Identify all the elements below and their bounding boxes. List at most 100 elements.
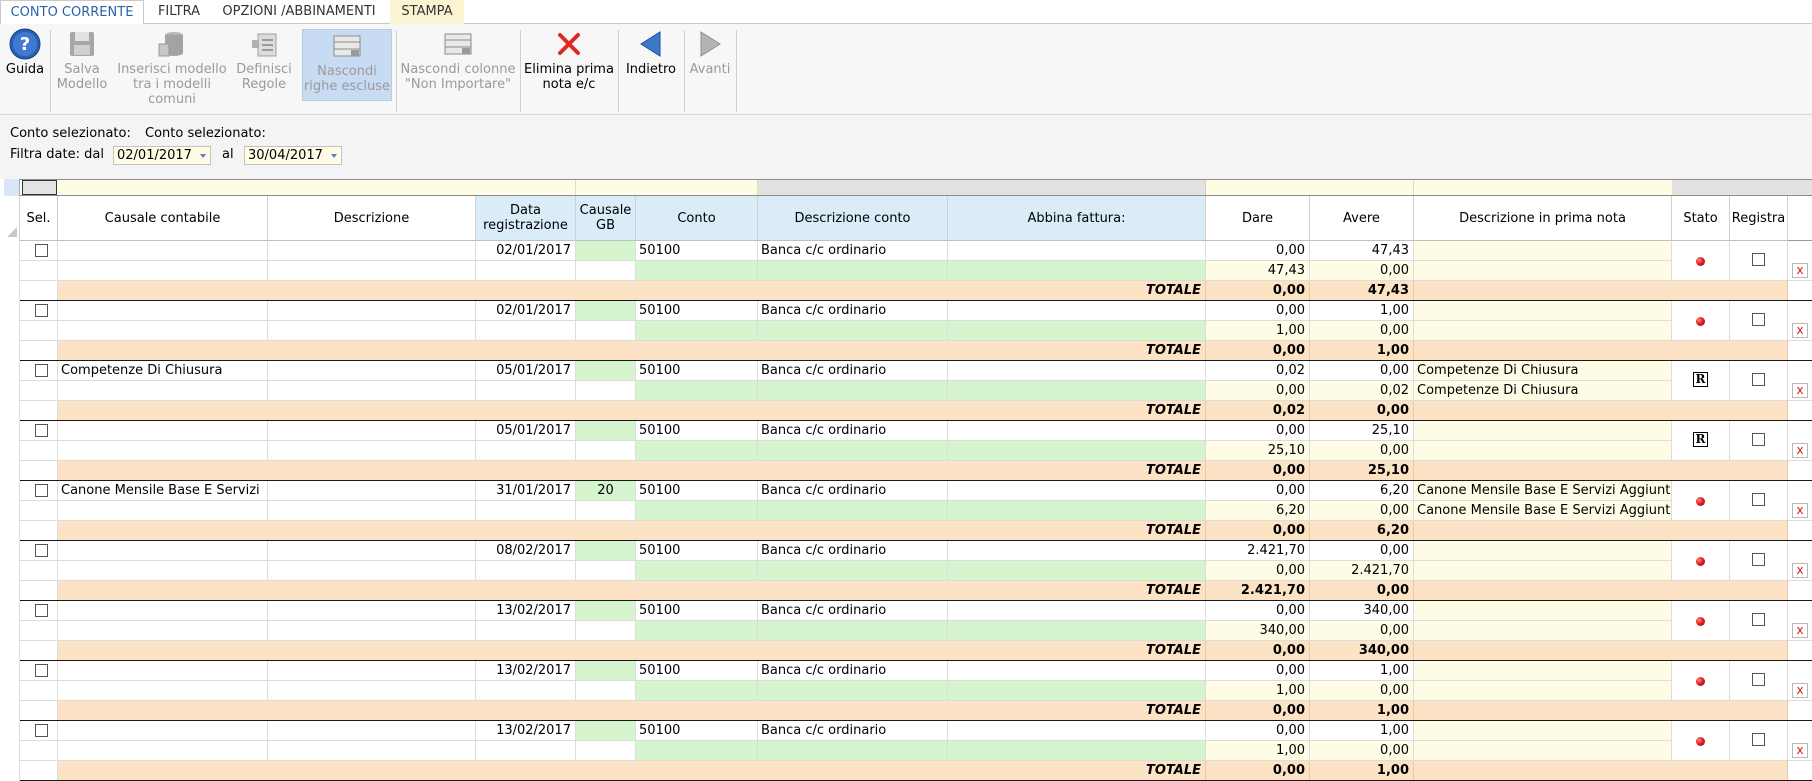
- totale-avere: 1,00: [1310, 341, 1414, 361]
- red-x-icon: [558, 33, 580, 55]
- nascondi-colonne-button[interactable]: Nascondi colonne "Non Importare": [400, 28, 516, 98]
- nascondi-righe-escluse-button[interactable]: Nascondi righe escluse: [302, 29, 392, 101]
- registra-checkbox[interactable]: [1752, 433, 1765, 446]
- status-red-dot-icon: [1696, 677, 1705, 686]
- data-registrazione-cell-2: [476, 621, 576, 641]
- totale-end: [1788, 521, 1812, 541]
- descrizione-prima-nota-cell-2: [1414, 681, 1672, 701]
- registra-checkbox[interactable]: [1752, 313, 1765, 326]
- guida-button[interactable]: ? Guida: [4, 28, 46, 98]
- definisci-regole-button[interactable]: Definisci Regole: [234, 28, 294, 98]
- totale-label: TOTALE: [58, 581, 1206, 601]
- header-sel[interactable]: Sel.: [20, 196, 58, 241]
- totale-end: [1788, 341, 1812, 361]
- totale-dare: 0,00: [1206, 521, 1310, 541]
- registra-checkbox[interactable]: [1752, 553, 1765, 566]
- delete-row-button[interactable]: x: [1792, 443, 1808, 458]
- header-stato[interactable]: Stato: [1672, 196, 1730, 241]
- chevron-down-icon[interactable]: [331, 154, 337, 158]
- registra-checkbox[interactable]: [1752, 613, 1765, 626]
- avere-cell: 25,10: [1310, 421, 1414, 441]
- delete-row-button[interactable]: x: [1792, 383, 1808, 398]
- totale-label: TOTALE: [58, 461, 1206, 481]
- header-causale-gb[interactable]: Causale GB: [576, 196, 636, 241]
- data-registrazione-cell-2: [476, 741, 576, 761]
- causale-gb-cell: [576, 721, 636, 741]
- causale-contabile-cell-2: [58, 441, 268, 461]
- row-select-cell: [20, 721, 58, 741]
- tab-opzioni-abbinamenti[interactable]: OPZIONI /ABBINAMENTI: [214, 0, 384, 24]
- header-descrizione[interactable]: Descrizione: [268, 196, 476, 241]
- header-causale-contabile[interactable]: Causale contabile: [58, 196, 268, 241]
- header-descrizione-prima-nota[interactable]: Descrizione in prima nota: [1414, 196, 1672, 241]
- registra-cell: [1730, 481, 1788, 521]
- row-select-checkbox[interactable]: [35, 604, 48, 617]
- row-select-checkbox[interactable]: [35, 424, 48, 437]
- row-select-cell-2: [20, 741, 58, 761]
- descrizione-conto-cell: Banca c/c ordinario: [758, 241, 948, 261]
- elimina-prima-nota-button[interactable]: Elimina prima nota e/c: [524, 28, 614, 98]
- ribbon-separator: [684, 30, 685, 112]
- data-registrazione-cell: 05/01/2017: [476, 361, 576, 381]
- row-select-checkbox[interactable]: [35, 484, 48, 497]
- date-to-picker[interactable]: 30/04/2017: [244, 146, 342, 165]
- delete-row-button[interactable]: x: [1792, 563, 1808, 578]
- registra-cell: [1730, 301, 1788, 341]
- row-select-checkbox[interactable]: [35, 724, 48, 737]
- header-conto[interactable]: Conto: [636, 196, 758, 241]
- header-data-registrazione-line: Data: [509, 203, 542, 218]
- inserisci-modello-button[interactable]: Inserisci modello tra i modelli comuni: [110, 28, 234, 107]
- causale-gb-cell: [576, 541, 636, 561]
- header-causale-gb-line: GB: [596, 218, 615, 233]
- dare-cell: 2.421,70: [1206, 541, 1310, 561]
- indietro-button[interactable]: Indietro: [622, 28, 680, 98]
- row-select-checkbox[interactable]: [35, 664, 48, 677]
- header-causale-contabile-label: Causale contabile: [104, 210, 221, 226]
- delete-row-button[interactable]: x: [1792, 743, 1808, 758]
- salva-modello-button[interactable]: Salva Modello: [54, 28, 110, 98]
- registra-checkbox[interactable]: [1752, 733, 1765, 746]
- row-select-checkbox[interactable]: [35, 544, 48, 557]
- guida-label: Guida: [5, 62, 45, 77]
- delete-row-button[interactable]: x: [1792, 263, 1808, 278]
- causale-gb-cell-2: [576, 381, 636, 401]
- date-from-picker[interactable]: 02/01/2017: [113, 146, 211, 165]
- tab-filtra[interactable]: FILTRA: [146, 0, 212, 24]
- delete-row-button[interactable]: x: [1792, 503, 1808, 518]
- header-data-registrazione[interactable]: Data registrazione: [476, 196, 576, 241]
- delete-row-button[interactable]: x: [1792, 623, 1808, 638]
- dare-cell: 0,00: [1206, 301, 1310, 321]
- abbina-fattura-cell-2: [948, 561, 1206, 581]
- row-select-checkbox[interactable]: [35, 364, 48, 377]
- header-descrizione-conto[interactable]: Descrizione conto: [758, 196, 948, 241]
- delete-cell: x: [1788, 721, 1812, 761]
- avere-cell-2: 0,00: [1310, 321, 1414, 341]
- causale-contabile-cell: Competenze Di Chiusura: [58, 361, 268, 381]
- header-abbina-fattura[interactable]: Abbina fattura:: [948, 196, 1206, 241]
- grid-filter-selection: [22, 180, 57, 195]
- row-select-checkbox[interactable]: [35, 304, 48, 317]
- row-indicator: [4, 301, 20, 361]
- chevron-down-icon[interactable]: [200, 154, 206, 158]
- header-avere[interactable]: Avere: [1310, 196, 1414, 241]
- row-select-checkbox[interactable]: [35, 244, 48, 257]
- totale-blank-cell: [20, 701, 58, 721]
- descrizione-prima-nota-cell-2: [1414, 561, 1672, 581]
- header-registra[interactable]: Registra: [1730, 196, 1788, 241]
- registra-checkbox[interactable]: [1752, 493, 1765, 506]
- filtra-date-label: Filtra date: dal: [10, 147, 104, 162]
- avere-cell-2: 2.421,70: [1310, 561, 1414, 581]
- delete-row-button[interactable]: x: [1792, 683, 1808, 698]
- registra-checkbox[interactable]: [1752, 373, 1765, 386]
- registra-checkbox[interactable]: [1752, 253, 1765, 266]
- row-indicator: [4, 241, 20, 301]
- totale-tail: [1414, 401, 1788, 421]
- tab-stampa[interactable]: STAMPA: [390, 0, 464, 24]
- header-dare[interactable]: Dare: [1206, 196, 1310, 241]
- causale-gb-cell: [576, 301, 636, 321]
- delete-row-button[interactable]: x: [1792, 323, 1808, 338]
- avanti-button[interactable]: Avanti: [688, 28, 732, 98]
- tab-conto-corrente[interactable]: CONTO CORRENTE: [0, 0, 144, 25]
- registra-checkbox[interactable]: [1752, 673, 1765, 686]
- causale-contabile-cell-2: [58, 681, 268, 701]
